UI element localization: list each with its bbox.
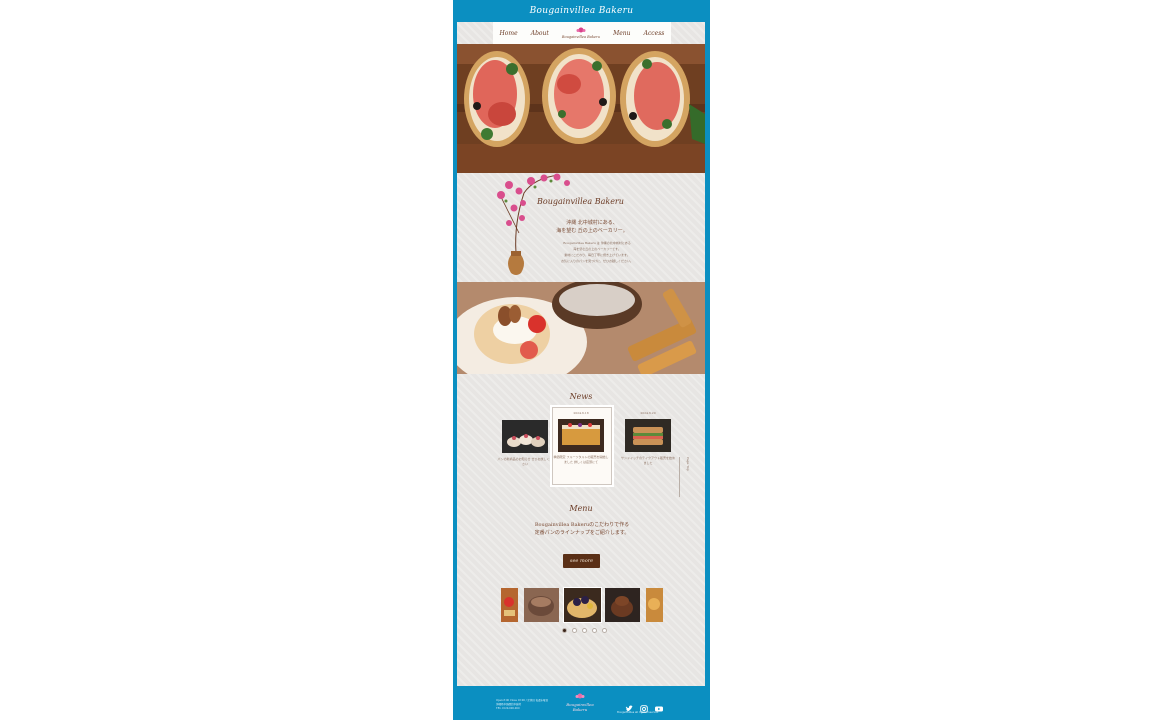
news-thumbnail — [558, 419, 604, 452]
intro-brand-name: Bougainvillea Bakeru — [537, 197, 624, 206]
carousel-dot[interactable] — [602, 628, 607, 633]
footer-phone: TEL 0120-000-000 — [496, 707, 520, 710]
news-item[interactable]: パンの新商品のお知らせ ぜひお試しください — [497, 420, 553, 467]
social-links — [625, 698, 663, 713]
nav-access[interactable]: Access — [644, 30, 665, 37]
news-thumbnail — [625, 419, 671, 452]
flower-icon — [575, 693, 585, 699]
carousel-dots — [562, 628, 607, 633]
carousel-dot[interactable] — [572, 628, 577, 633]
intro-lead-line: 沖縄 北中城村にある、 — [566, 220, 618, 226]
carousel-dot[interactable] — [582, 628, 587, 633]
nav-about[interactable]: About — [531, 30, 549, 37]
menu-title: Menu — [569, 504, 593, 513]
carousel-dot[interactable] — [592, 628, 597, 633]
news-thumbnail — [502, 420, 548, 453]
news-text: 季節限定 フルーツタルトの販売を開始しました 詳しくは店頭にて — [553, 455, 609, 464]
menu-slide-active[interactable] — [564, 588, 601, 622]
news-title: News — [569, 392, 593, 401]
nav-logo[interactable]: Bougainvillea Bakeru — [562, 27, 600, 39]
carousel-dot[interactable] — [562, 628, 567, 633]
pastries-banner-image — [457, 282, 705, 374]
intro-lead-line: 海を望む 丘の上のベーカリー。 — [556, 228, 628, 234]
news-item[interactable]: 2024.6.18 季節限定 フルーツタルトの販売を開始しました 詳しくは店頭に… — [553, 411, 609, 465]
footer-logo[interactable]: Bougainvillea Bakeru — [565, 693, 595, 712]
news-text: サンドイッチのテイクアウト販売を始めました — [621, 456, 675, 465]
page-frame: Bougainvillea Bakeru Home About Bougainv… — [453, 0, 710, 720]
nav-home[interactable]: Home — [500, 30, 518, 37]
top-navigation: Home About Bougainvillea Bakeru Menu Acc… — [493, 22, 671, 44]
footer-info: Open 8:00 Close 18:00 / 定休日 毎週水曜日 沖縄県中頭郡… — [496, 699, 556, 711]
site-title: Bougainvillea Bakeru — [529, 6, 634, 16]
hero-image — [457, 44, 705, 173]
see-more-button[interactable]: see more — [563, 554, 600, 568]
page-top-link[interactable]: Page Top — [679, 457, 690, 497]
news-date: 2024.6.18 — [573, 411, 589, 415]
news-item[interactable]: 2024.6.20 サンドイッチのテイクアウト販売を始めました — [620, 411, 676, 466]
twitter-icon[interactable] — [625, 698, 633, 712]
main-content: Home About Bougainvillea Bakeru Menu Acc… — [457, 22, 705, 686]
menu-slide[interactable] — [646, 588, 663, 622]
instagram-icon[interactable] — [640, 698, 648, 713]
menu-slide[interactable] — [605, 588, 640, 622]
footer-copyright: Bougainvillea all rights reserved — [617, 711, 659, 714]
news-text: パンの新商品のお知らせ ぜひお試しください — [497, 457, 553, 466]
intro-lead: 沖縄 北中城村にある、 海を望む 丘の上のベーカリー。 — [517, 219, 667, 235]
menu-slide[interactable] — [501, 588, 518, 622]
menu-lead-line: 定番パンのラインナップをご紹介します。 — [534, 530, 630, 536]
nav-menu[interactable]: Menu — [613, 30, 630, 37]
footer-logo-text: Bougainvillea Bakeru — [566, 702, 594, 712]
youtube-icon[interactable] — [655, 698, 663, 712]
menu-lead-line: Bougainvillea Bakeruのこだわりで作る — [534, 522, 630, 528]
nav-logo-text: Bougainvillea Bakeru — [561, 35, 600, 39]
intro-body-line: お気に入りのパンを見つけに、ぜひお越しください。 — [560, 259, 634, 263]
menu-slide[interactable] — [524, 588, 559, 622]
menu-lead: Bougainvillea Bakeruのこだわりで作る 定番パンのラインナップ… — [507, 521, 657, 537]
flower-icon — [576, 27, 586, 33]
news-date: 2024.6.20 — [640, 411, 656, 415]
intro-body: Bougainvillea Bakeru は 沖縄の北中城村にある 海を望む丘の… — [517, 240, 677, 264]
